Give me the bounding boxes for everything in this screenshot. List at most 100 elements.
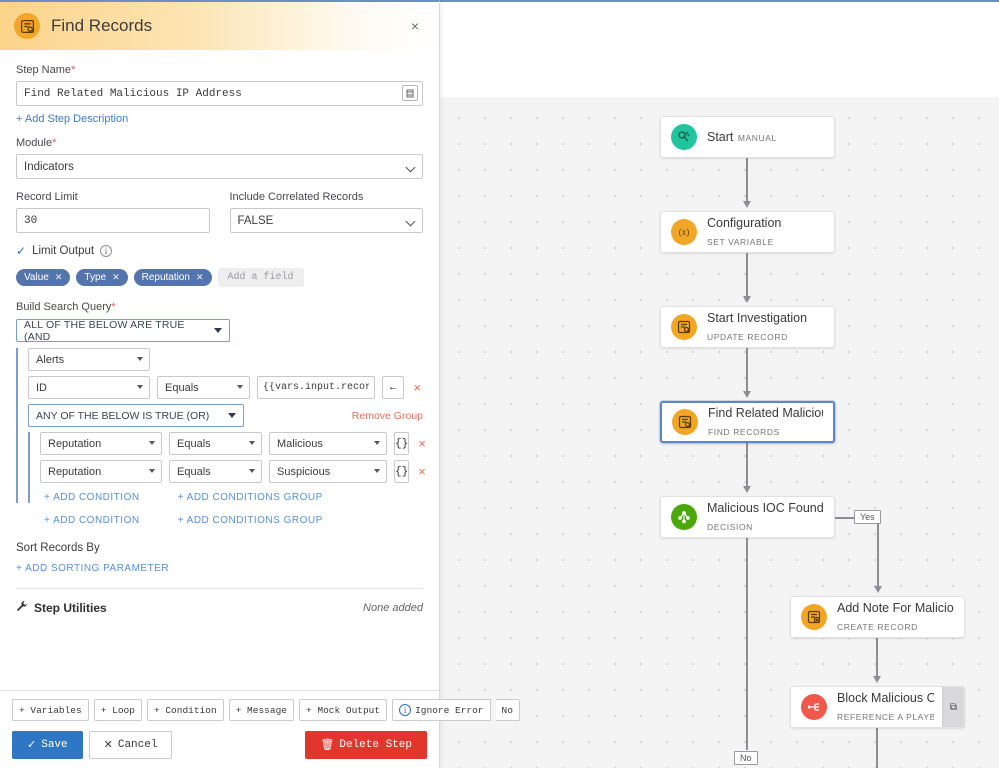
condition-value-select[interactable]: Malicious (269, 432, 387, 455)
node-title: Add Note For Malicious I… (837, 601, 954, 615)
manual-trigger-icon (671, 124, 697, 150)
chip-remove-icon[interactable]: ✕ (55, 272, 63, 283)
remove-group-link[interactable]: Remove Group (352, 410, 423, 422)
add-condition-nested-link[interactable]: + ADD CONDITION (44, 492, 140, 503)
field-chip-type[interactable]: Type ✕ (76, 269, 128, 286)
edge-find-to-decision (746, 443, 748, 488)
query-module-select[interactable]: Alerts (28, 348, 150, 371)
limit-output-row[interactable]: ✓ Limit Output i (16, 244, 423, 258)
add-conditions-group-nested-link[interactable]: + ADD CONDITIONS GROUP (178, 492, 323, 503)
condition-operator-select[interactable]: Equals (169, 432, 262, 455)
decision-icon (671, 504, 697, 530)
find-records-icon (672, 409, 698, 435)
field-chip-value[interactable]: Value ✕ (16, 269, 71, 286)
workflow-canvas[interactable]: Yes No Start MANUAL (x) Configuration SE… (440, 0, 999, 768)
edge-decision-no-v (746, 538, 748, 750)
remove-condition-icon[interactable]: × (416, 436, 428, 451)
include-correlated-select[interactable]: FALSE (229, 208, 423, 233)
record-limit-input[interactable] (16, 208, 210, 233)
root-operator-select[interactable]: ALL OF THE BELOW ARE TRUE (AND (16, 319, 230, 343)
add-condition-button[interactable]: + Condition (146, 699, 224, 721)
add-mock-output-button[interactable]: + Mock Output (298, 699, 388, 721)
edge-block-content-down (876, 728, 878, 768)
nested-group-operator-label: ANY OF THE BELOW IS TRUE (OR) (36, 409, 210, 422)
info-icon[interactable]: i (100, 245, 113, 257)
ignore-error-value[interactable]: No (495, 699, 520, 721)
wrench-icon (16, 600, 28, 615)
condition-row-malicious: Reputation Equals Malicious {} × (40, 432, 426, 455)
remove-condition-icon[interactable]: × (411, 380, 423, 395)
record-limit-label: Record Limit (16, 191, 78, 203)
add-condition-link[interactable]: + ADD CONDITION (44, 515, 140, 526)
condition-operator-select[interactable]: Equals (169, 460, 262, 483)
condition-value-select[interactable]: Suspicious (269, 460, 387, 483)
condition-field-select[interactable]: ID (28, 376, 150, 399)
ignore-error-label: Ignore Error (415, 704, 484, 716)
jinja-braces-icon[interactable]: {} (394, 460, 410, 483)
build-search-query-label-text: Build Search Query (16, 301, 112, 313)
edge-configuration-to-start-investigation (746, 253, 748, 298)
cancel-button[interactable]: ✕ Cancel (88, 731, 173, 759)
workflow-node-configuration[interactable]: (x) Configuration SET VARIABLE (660, 211, 835, 253)
module-select[interactable]: Indicators (16, 154, 423, 179)
edge-add-note-to-block (876, 638, 878, 678)
node-subtitle: CREATE RECORD (837, 622, 918, 632)
sort-records-label: Sort Records By (16, 542, 100, 554)
cancel-label: Cancel (117, 739, 158, 751)
nested-group-actions: + ADD CONDITION + ADD CONDITIONS GROUP (44, 492, 423, 503)
nested-condition-group: Reputation Equals Malicious {} × Reputat… (28, 432, 426, 503)
chip-label: Reputation (141, 272, 190, 283)
nested-group-header: ANY OF THE BELOW IS TRUE (OR) Remove Gro… (28, 404, 423, 427)
arrowhead-configuration (743, 201, 751, 208)
info-icon: i (399, 704, 412, 716)
step-name-label-text: Step Name (16, 64, 72, 76)
field-chip-reputation[interactable]: Reputation ✕ (133, 269, 212, 286)
workflow-node-malicious-ioc-found[interactable]: Malicious IOC Found DECISION (660, 496, 835, 538)
condition-field-select[interactable]: Reputation (40, 460, 162, 483)
add-variables-button[interactable]: + Variables (12, 699, 89, 721)
save-label: Save (41, 739, 68, 751)
workflow-node-start[interactable]: Start MANUAL (660, 116, 835, 158)
step-name-input[interactable] (16, 81, 423, 106)
chip-label: Value (24, 272, 49, 283)
open-playbook-icon[interactable]: ⧉ (942, 687, 964, 727)
back-arrow-icon[interactable]: ← (382, 376, 405, 399)
node-title: Start (707, 130, 734, 144)
jinja-braces-icon[interactable]: {} (394, 432, 410, 455)
node-title: Malicious IOC Found (707, 501, 824, 515)
limit-output-chips: Value ✕ Type ✕ Reputation ✕ Add a field (16, 268, 423, 287)
node-title: Find Related Malicious IP … (708, 406, 823, 420)
add-message-button[interactable]: + Message (228, 699, 294, 721)
remove-condition-icon[interactable]: × (416, 464, 428, 479)
limit-output-checkbox[interactable]: ✓ (16, 244, 26, 258)
condition-field-select[interactable]: Reputation (40, 432, 162, 455)
step-utilities-title: Step Utilities (34, 600, 107, 615)
ignore-error-button[interactable]: i Ignore Error (392, 699, 491, 721)
close-icon[interactable]: × (405, 14, 425, 38)
edge-label-no: No (734, 751, 758, 765)
arrowhead-block-content (873, 676, 881, 683)
add-sorting-parameter-link[interactable]: + ADD SORTING PARAMETER (16, 563, 423, 574)
expand-field-icon[interactable] (402, 85, 418, 101)
condition-value-input[interactable] (257, 376, 375, 399)
footer-actions: ✓ Save ✕ Cancel 🗑 Delete Step (0, 721, 439, 759)
divider (16, 588, 423, 589)
add-conditions-group-link[interactable]: + ADD CONDITIONS GROUP (178, 515, 323, 526)
step-editor-panel: Find Records × Step Name* + Add Step Des… (0, 0, 520, 768)
nested-group-operator-select[interactable]: ANY OF THE BELOW IS TRUE (OR) (28, 404, 244, 427)
delete-step-button[interactable]: 🗑 Delete Step (305, 731, 427, 759)
save-button[interactable]: ✓ Save (12, 731, 83, 759)
workflow-node-find-related-malicious-ip[interactable]: Find Related Malicious IP … FIND RECORDS (660, 401, 835, 443)
chip-remove-icon[interactable]: ✕ (112, 272, 120, 283)
workflow-node-add-note-for-malicious[interactable]: Add Note For Malicious I… CREATE RECORD (790, 596, 965, 638)
add-loop-button[interactable]: + Loop (93, 699, 142, 721)
condition-operator-select[interactable]: Equals (157, 376, 250, 399)
workflow-node-start-investigation[interactable]: Start Investigation UPDATE RECORD (660, 306, 835, 348)
module-label-text: Module (16, 137, 53, 149)
add-step-description-link[interactable]: + Add Step Description (16, 113, 128, 125)
check-icon: ✓ (27, 740, 37, 752)
workflow-node-block-malicious-content[interactable]: Block Malicious Content REFERENCE A PLAY… (790, 686, 965, 728)
add-field-input[interactable]: Add a field (217, 268, 304, 287)
chip-remove-icon[interactable]: ✕ (196, 272, 204, 283)
edge-start-to-configuration (746, 158, 748, 203)
